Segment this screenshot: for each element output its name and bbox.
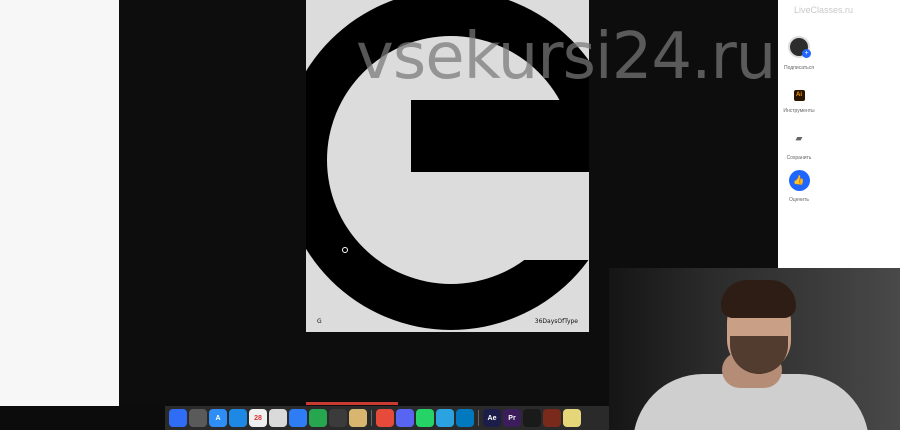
cleaner-icon[interactable] (349, 409, 367, 427)
launchpad-icon[interactable] (189, 409, 207, 427)
thumbs-up-icon: 👍 (788, 170, 810, 191)
telegram-icon[interactable] (436, 409, 454, 427)
save-label: Сохранить (786, 155, 812, 161)
tools-item[interactable]: Ai Инструменты (774, 90, 824, 114)
macos-dock: A 28 Ae Pr (165, 406, 609, 430)
premiere-icon[interactable]: Pr (503, 409, 521, 427)
bottle-icon[interactable] (563, 409, 581, 427)
watermark-text: vsekursi24.ru (356, 20, 776, 94)
trello-icon[interactable] (456, 409, 474, 427)
messages-icon[interactable] (289, 409, 307, 427)
chrome-icon[interactable] (376, 409, 394, 427)
dock-separator (478, 410, 479, 426)
mouse-cursor (342, 247, 348, 253)
appreciate-label: Оценить (789, 197, 809, 203)
calendar-icon[interactable]: 28 (249, 409, 267, 427)
screen: G 36DaysOfType vsekursi24.ru LiveClasses… (0, 0, 900, 430)
appreciate-action[interactable]: 👍 Оценить (774, 170, 824, 203)
dock-progress-bar (306, 402, 398, 405)
follow-plus-icon[interactable]: + (802, 49, 811, 58)
left-sidebar (0, 0, 119, 406)
music-icon[interactable] (309, 409, 327, 427)
poster-letter-label: G (317, 318, 322, 325)
folder-icon: ▰ (788, 128, 810, 149)
cinema4d-icon[interactable] (523, 409, 541, 427)
safari-icon[interactable] (229, 409, 247, 427)
author-avatar[interactable]: + (788, 36, 811, 58)
rail-title: LiveClasses.ru (794, 5, 854, 15)
after-effects-icon[interactable]: Ae (483, 409, 501, 427)
finder-icon[interactable] (169, 409, 187, 427)
discord-icon[interactable] (396, 409, 414, 427)
poster-hashtag: 36DaysOfType (534, 318, 578, 325)
illustrator-icon: Ai (793, 90, 805, 101)
subscribe-label[interactable]: Подписаться (774, 65, 824, 71)
webcam-overlay (609, 268, 900, 430)
notes-icon[interactable] (269, 409, 287, 427)
tools-label: Инструменты (783, 108, 815, 114)
person-hair (721, 280, 796, 318)
recorder-icon[interactable] (543, 409, 561, 427)
whatsapp-icon[interactable] (416, 409, 434, 427)
photos-icon[interactable] (329, 409, 347, 427)
dock-separator (371, 410, 372, 426)
app-store-icon[interactable]: A (209, 409, 227, 427)
save-action[interactable]: ▰ Сохранить (774, 128, 824, 161)
